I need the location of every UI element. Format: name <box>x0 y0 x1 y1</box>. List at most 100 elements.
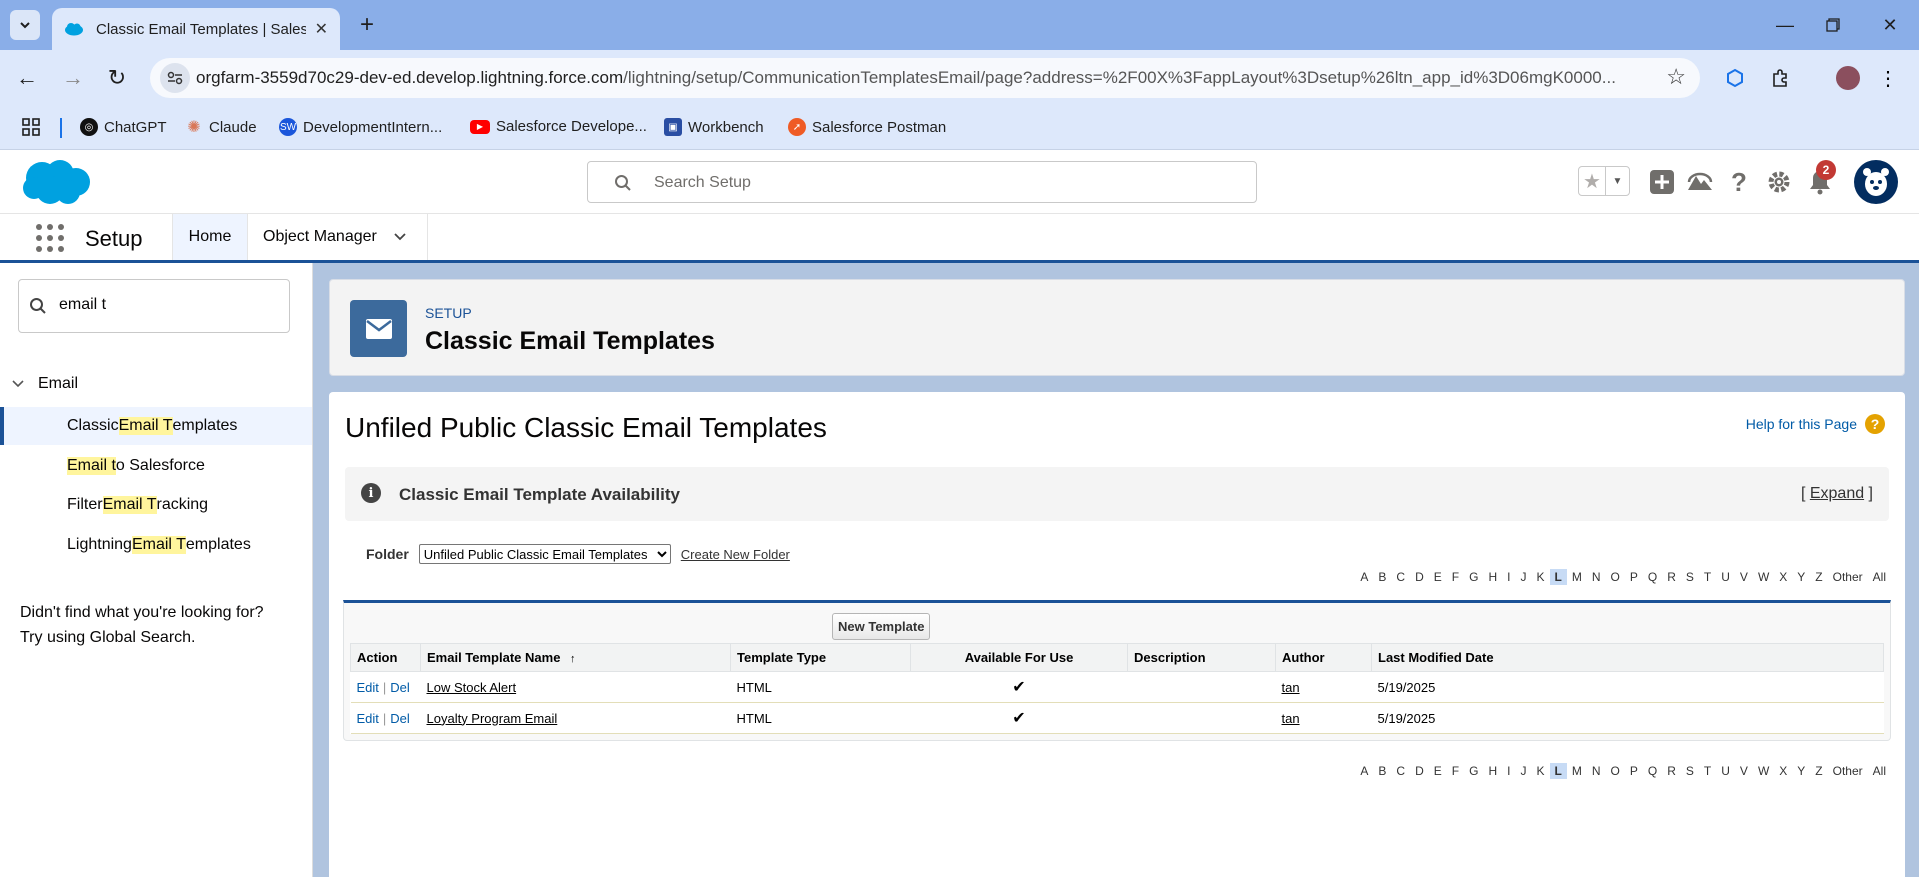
alpha-filter-j[interactable]: J <box>1515 569 1531 585</box>
more-menu-icon[interactable]: ⋮ <box>1873 63 1903 93</box>
alpha-filter-b[interactable]: B <box>1373 569 1391 585</box>
alpha-filter-i[interactable]: I <box>1502 763 1515 779</box>
close-window-icon[interactable]: ✕ <box>1875 10 1905 40</box>
alpha-filter-other[interactable]: Other <box>1828 763 1868 779</box>
alpha-filter-f[interactable]: F <box>1447 763 1464 779</box>
salesforce-logo[interactable] <box>20 156 92 213</box>
alpha-filter-m[interactable]: M <box>1567 763 1587 779</box>
bookmark-workbench[interactable]: ▣ Workbench <box>664 118 764 136</box>
reload-icon[interactable]: ↻ <box>102 63 132 93</box>
extensions-puzzle-icon[interactable] <box>1765 63 1795 93</box>
sidebar-item-filter-email-tracking[interactable]: Filter Email Tracking <box>0 486 312 524</box>
quick-find-box[interactable] <box>18 279 290 333</box>
alpha-filter-k[interactable]: K <box>1531 763 1549 779</box>
alpha-filter-w[interactable]: W <box>1753 569 1774 585</box>
tree-group-email[interactable]: Email <box>10 375 78 393</box>
alpha-filter-k[interactable]: K <box>1531 569 1549 585</box>
bookmark-developmentintern[interactable]: SW DevelopmentIntern... <box>279 118 442 136</box>
alpha-filter-t[interactable]: T <box>1699 763 1716 779</box>
alpha-filter-x[interactable]: X <box>1774 763 1792 779</box>
bookmark-claude[interactable]: ✺ Claude <box>185 118 256 137</box>
alpha-filter-n[interactable]: N <box>1587 569 1606 585</box>
global-actions-add-icon[interactable] <box>1645 165 1679 199</box>
global-search-box[interactable] <box>587 161 1257 203</box>
alpha-filter-o[interactable]: O <box>1606 569 1625 585</box>
create-new-folder-link[interactable]: Create New Folder <box>681 547 790 562</box>
help-icon[interactable]: ? <box>1722 165 1756 199</box>
global-search-input[interactable] <box>654 171 1214 195</box>
alpha-filter-g[interactable]: G <box>1464 569 1483 585</box>
del-link[interactable]: Del <box>390 711 410 726</box>
alpha-filter-c[interactable]: C <box>1391 569 1410 585</box>
gear-icon[interactable] <box>1762 165 1796 199</box>
alpha-filter-y[interactable]: Y <box>1792 569 1810 585</box>
author-link[interactable]: tan <box>1282 711 1300 726</box>
alpha-filter-i[interactable]: I <box>1502 569 1515 585</box>
col-author[interactable]: Author <box>1275 643 1372 672</box>
browser-tab-active[interactable]: Classic Email Templates | Salesforce ✕ <box>52 8 340 50</box>
del-link[interactable]: Del <box>390 680 410 695</box>
alpha-filter-h[interactable]: H <box>1483 763 1502 779</box>
alpha-filter-u[interactable]: U <box>1716 569 1735 585</box>
alpha-filter-l[interactable]: L <box>1549 569 1567 585</box>
edit-link[interactable]: Edit <box>357 680 379 695</box>
template-name-link[interactable]: Low Stock Alert <box>427 680 517 695</box>
alpha-filter-x[interactable]: X <box>1774 569 1792 585</box>
col-template-type[interactable]: Template Type <box>730 643 911 672</box>
help-for-this-page-link[interactable]: Help for this Page ? <box>1746 414 1885 434</box>
favorite-star-icon[interactable]: ★ <box>1579 167 1605 195</box>
alpha-filter-h[interactable]: H <box>1483 569 1502 585</box>
alpha-filter-o[interactable]: O <box>1606 763 1625 779</box>
alpha-filter-all[interactable]: All <box>1868 569 1891 585</box>
col-last-modified-date[interactable]: Last Modified Date <box>1371 643 1884 672</box>
address-bar[interactable]: orgfarm-3559d70c29-dev-ed.develop.lightn… <box>150 58 1700 98</box>
alpha-filter-q[interactable]: Q <box>1643 569 1662 585</box>
alpha-filter-y[interactable]: Y <box>1792 763 1810 779</box>
alpha-filter-a[interactable]: A <box>1355 569 1373 585</box>
alpha-filter-t[interactable]: T <box>1699 569 1716 585</box>
alpha-filter-s[interactable]: S <box>1681 569 1699 585</box>
bookmark-chatgpt[interactable]: ◎ ChatGPT <box>80 118 167 136</box>
alpha-filter-m[interactable]: M <box>1567 569 1587 585</box>
bookmark-star-icon[interactable]: ☆ <box>1666 64 1686 90</box>
alpha-filter-e[interactable]: E <box>1429 763 1447 779</box>
alpha-filter-other[interactable]: Other <box>1828 569 1868 585</box>
alpha-filter-z[interactable]: Z <box>1810 763 1827 779</box>
sidebar-item-classic-email-templates[interactable]: Classic Email Templates <box>0 407 312 445</box>
back-icon[interactable]: ← <box>12 63 42 93</box>
alpha-filter-e[interactable]: E <box>1429 569 1447 585</box>
quick-find-input[interactable] <box>59 296 279 314</box>
alpha-filter-b[interactable]: B <box>1373 763 1391 779</box>
alpha-filter-n[interactable]: N <box>1587 763 1606 779</box>
bookmark-salesforce-postman[interactable]: ➚ Salesforce Postman <box>788 118 946 136</box>
alpha-filter-s[interactable]: S <box>1681 763 1699 779</box>
url-text[interactable]: orgfarm-3559d70c29-dev-ed.develop.lightn… <box>196 68 1646 88</box>
alpha-filter-g[interactable]: G <box>1464 763 1483 779</box>
col-available-for-use[interactable]: Available For Use <box>910 643 1128 672</box>
chevron-down-icon[interactable] <box>10 378 26 390</box>
sidebar-item-lightning-email-templates[interactable]: Lightning Email Templates <box>0 526 312 564</box>
alpha-filter-a[interactable]: A <box>1355 763 1373 779</box>
tab-home[interactable]: Home <box>172 214 248 260</box>
col-description[interactable]: Description <box>1127 643 1276 672</box>
alpha-filter-c[interactable]: C <box>1391 763 1410 779</box>
new-tab-button[interactable]: + <box>352 10 382 40</box>
trailhead-guidance-icon[interactable] <box>1683 165 1717 199</box>
site-info-icon[interactable] <box>160 63 190 93</box>
alpha-filter-u[interactable]: U <box>1716 763 1735 779</box>
sidebar-item-email-to-salesforce[interactable]: Email to Salesforce <box>0 447 312 485</box>
favorites-group[interactable]: ★ ▼ <box>1578 166 1630 196</box>
apps-grid-icon[interactable] <box>22 118 40 136</box>
bookmark-salesforce-developers[interactable]: ▶ Salesforce Develope... <box>470 118 647 135</box>
alpha-filter-p[interactable]: P <box>1625 763 1643 779</box>
alpha-filter-p[interactable]: P <box>1625 569 1643 585</box>
app-launcher-icon[interactable] <box>36 224 64 252</box>
extension-cube-icon[interactable] <box>1720 63 1750 93</box>
forward-icon[interactable]: → <box>58 63 88 93</box>
alpha-filter-v[interactable]: V <box>1735 569 1753 585</box>
edit-link[interactable]: Edit <box>357 711 379 726</box>
close-icon[interactable]: ✕ <box>315 19 328 39</box>
user-avatar[interactable] <box>1854 160 1898 204</box>
alpha-filter-all[interactable]: All <box>1868 763 1891 779</box>
favorites-dropdown-icon[interactable]: ▼ <box>1605 167 1629 195</box>
